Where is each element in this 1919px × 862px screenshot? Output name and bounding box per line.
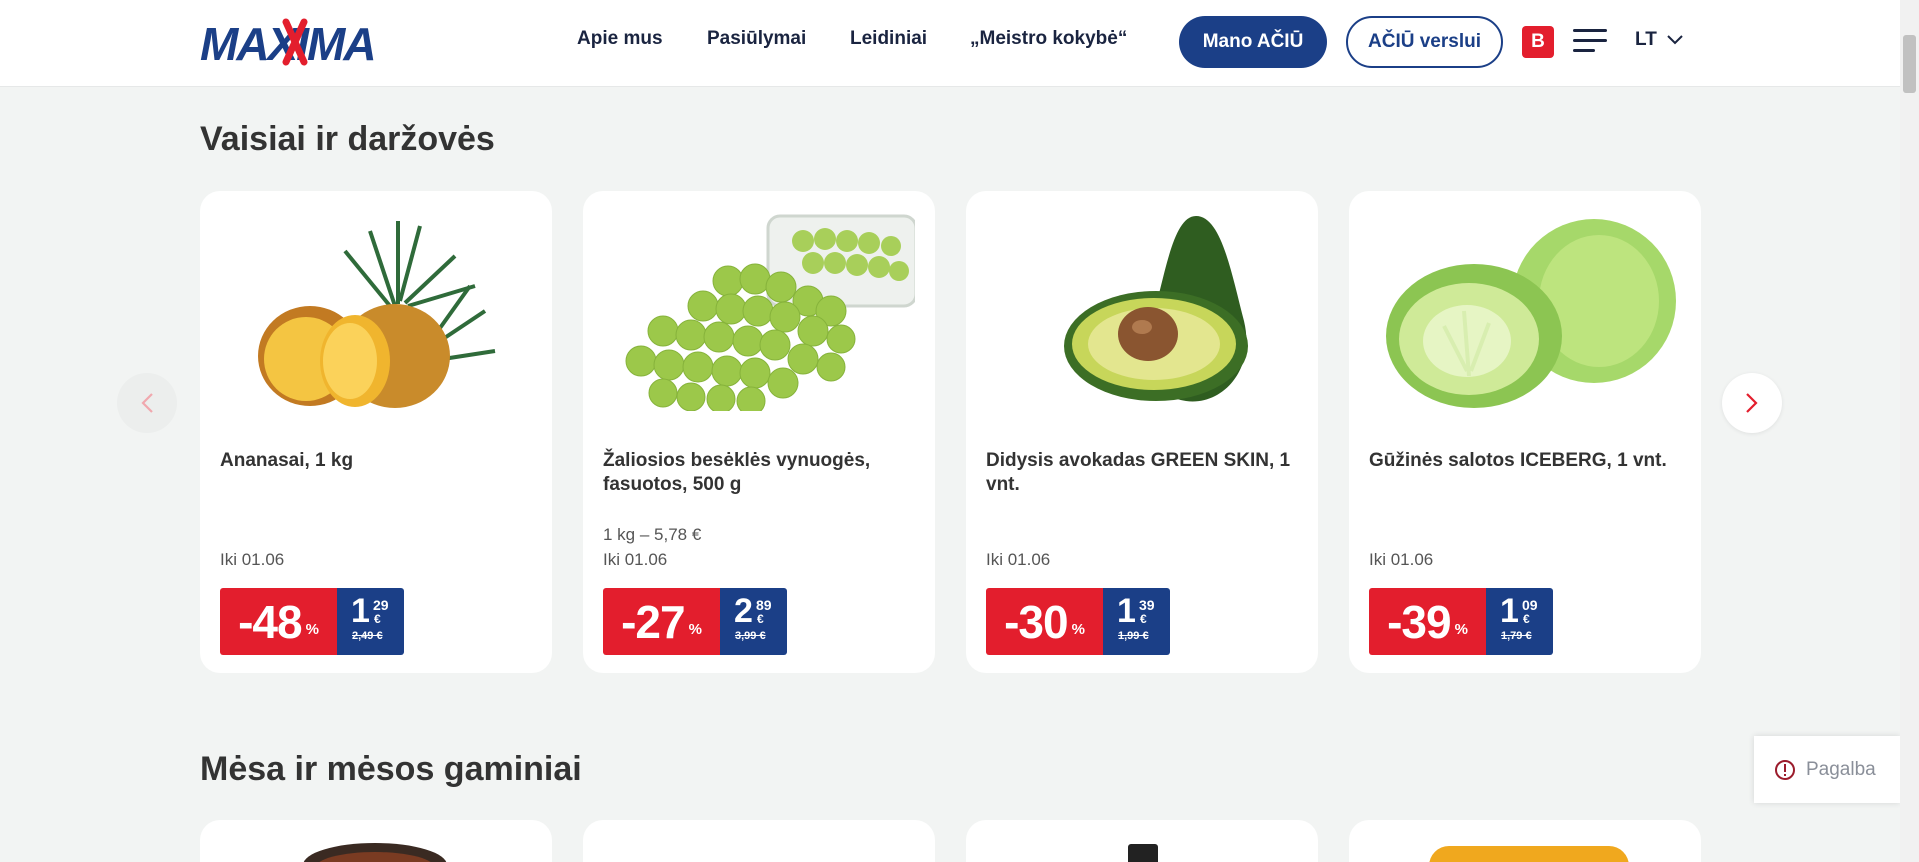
product-image-package xyxy=(1128,844,1158,862)
nav-leidiniai[interactable]: Leidiniai xyxy=(850,28,927,50)
chevron-down-icon xyxy=(1667,35,1683,45)
section-title: Mėsa ir mėsos gaminiai xyxy=(200,750,582,788)
product-card[interactable] xyxy=(1349,820,1701,862)
product-image-meat xyxy=(303,843,447,862)
chevron-left-icon xyxy=(141,393,153,413)
product-image-lettuce xyxy=(1386,219,1676,408)
price-euros: 2 xyxy=(734,592,753,630)
valid-until: Iki 01.06 xyxy=(220,550,285,569)
current-price: 1 39 € 1,99 € xyxy=(1103,588,1170,655)
discount-value: -48 xyxy=(238,595,302,648)
currency-symbol: € xyxy=(1523,612,1530,626)
scrollbar-track[interactable] xyxy=(1900,0,1919,862)
product-card[interactable]: Ananasai, 1 kg Iki 01.06 -48 % 1 29 € 2,… xyxy=(200,191,552,673)
old-price: 1,99 € xyxy=(1118,630,1149,642)
product-name: Gūžinės salotos ICEBERG, 1 vnt. xyxy=(1369,450,1667,471)
chevron-right-icon xyxy=(1746,393,1758,413)
discount-badge: -30 % xyxy=(986,588,1103,655)
product-card[interactable] xyxy=(966,820,1318,862)
product-image-sausage xyxy=(1429,846,1629,862)
product-card[interactable]: Didysis avokadas GREEN SKIN, 1 vnt. Iki … xyxy=(966,191,1318,673)
price-cents: 29 xyxy=(373,597,389,613)
price-euros: 1 xyxy=(1117,592,1136,630)
product-name: Ananasai, 1 kg xyxy=(220,450,354,471)
valid-until: Iki 01.06 xyxy=(1369,550,1434,569)
help-widget[interactable]: Pagalba xyxy=(1754,736,1900,803)
percent-sign: % xyxy=(688,621,702,638)
valid-until: Iki 01.06 xyxy=(986,550,1051,569)
language-selector[interactable]: LT xyxy=(1635,29,1683,51)
maxima-logo[interactable]: MAXIMA xyxy=(200,18,415,66)
price-tag: -39 % 1 09 € 1,79 € xyxy=(1369,588,1553,655)
product-image-pineapple xyxy=(258,221,496,408)
carousel-prev-button[interactable] xyxy=(117,373,177,433)
section-title: Vaisiai ir daržovės xyxy=(200,120,495,158)
product-card[interactable] xyxy=(200,820,552,862)
discount-badge: -39 % xyxy=(1369,588,1486,655)
language-label: LT xyxy=(1635,29,1657,50)
product-card[interactable] xyxy=(583,820,935,862)
nav-apie-mus[interactable]: Apie mus xyxy=(577,28,663,50)
currency-symbol: € xyxy=(757,612,764,626)
discount-value: -30 xyxy=(1004,595,1068,648)
site-header: MAXIMA Apie mus Pasiūlymai Leidiniai „Me… xyxy=(0,0,1900,87)
price-tag: -48 % 1 29 € 2,49 € xyxy=(220,588,404,655)
price-euros: 1 xyxy=(1500,592,1519,630)
product-name: Didysis avokadas GREEN SKIN, 1 vnt. xyxy=(986,450,1291,495)
discount-badge: -48 % xyxy=(220,588,337,655)
b-badge[interactable]: B xyxy=(1522,26,1554,58)
scrollbar-thumb[interactable] xyxy=(1903,35,1916,93)
old-price: 3,99 € xyxy=(735,630,766,642)
price-tag: -27 % 2 89 € 3,99 € xyxy=(603,588,787,655)
price-cents: 39 xyxy=(1139,597,1155,613)
price-euros: 1 xyxy=(351,592,370,630)
current-price: 1 29 € 2,49 € xyxy=(337,588,404,655)
price-tag: -30 % 1 39 € 1,99 € xyxy=(986,588,1170,655)
current-price: 1 09 € 1,79 € xyxy=(1486,588,1553,655)
product-card[interactable]: Gūžinės salotos ICEBERG, 1 vnt. Iki 01.0… xyxy=(1349,191,1701,673)
percent-sign: % xyxy=(305,621,319,638)
old-price: 2,49 € xyxy=(352,630,383,642)
nav-meistro-kokybe[interactable]: „Meistro kokybė“ xyxy=(970,28,1127,50)
old-price: 1,79 € xyxy=(1501,630,1532,642)
current-price: 2 89 € 3,99 € xyxy=(720,588,787,655)
mano-aciu-button[interactable]: Mano AČIŪ xyxy=(1179,16,1327,68)
valid-until: Iki 01.06 xyxy=(603,550,668,569)
percent-sign: % xyxy=(1454,621,1468,638)
currency-symbol: € xyxy=(1140,612,1147,626)
discount-badge: -27 % xyxy=(603,588,720,655)
currency-symbol: € xyxy=(374,612,381,626)
aciu-verslui-button[interactable]: AČIŪ verslui xyxy=(1346,16,1503,68)
alert-circle-icon xyxy=(1775,759,1795,780)
price-cents: 89 xyxy=(756,597,772,613)
unit-price: 1 kg – 5,78 € xyxy=(603,525,702,544)
nav-pasiulymai[interactable]: Pasiūlymai xyxy=(707,28,806,50)
product-name: Žaliosios besėklės vynuogės, fasuotos, 5… xyxy=(603,450,871,495)
percent-sign: % xyxy=(1071,621,1085,638)
carousel-next-button[interactable] xyxy=(1722,373,1782,433)
hamburger-menu-icon[interactable] xyxy=(1573,29,1607,53)
product-card[interactable]: Žaliosios besėklės vynuogės, fasuotos, 5… xyxy=(583,191,935,673)
help-label: Pagalba xyxy=(1806,758,1876,780)
discount-value: -39 xyxy=(1387,595,1451,648)
price-cents: 09 xyxy=(1522,597,1538,613)
discount-value: -27 xyxy=(621,595,685,648)
product-image-grapes xyxy=(625,214,915,411)
product-image-avocado xyxy=(1064,216,1248,402)
